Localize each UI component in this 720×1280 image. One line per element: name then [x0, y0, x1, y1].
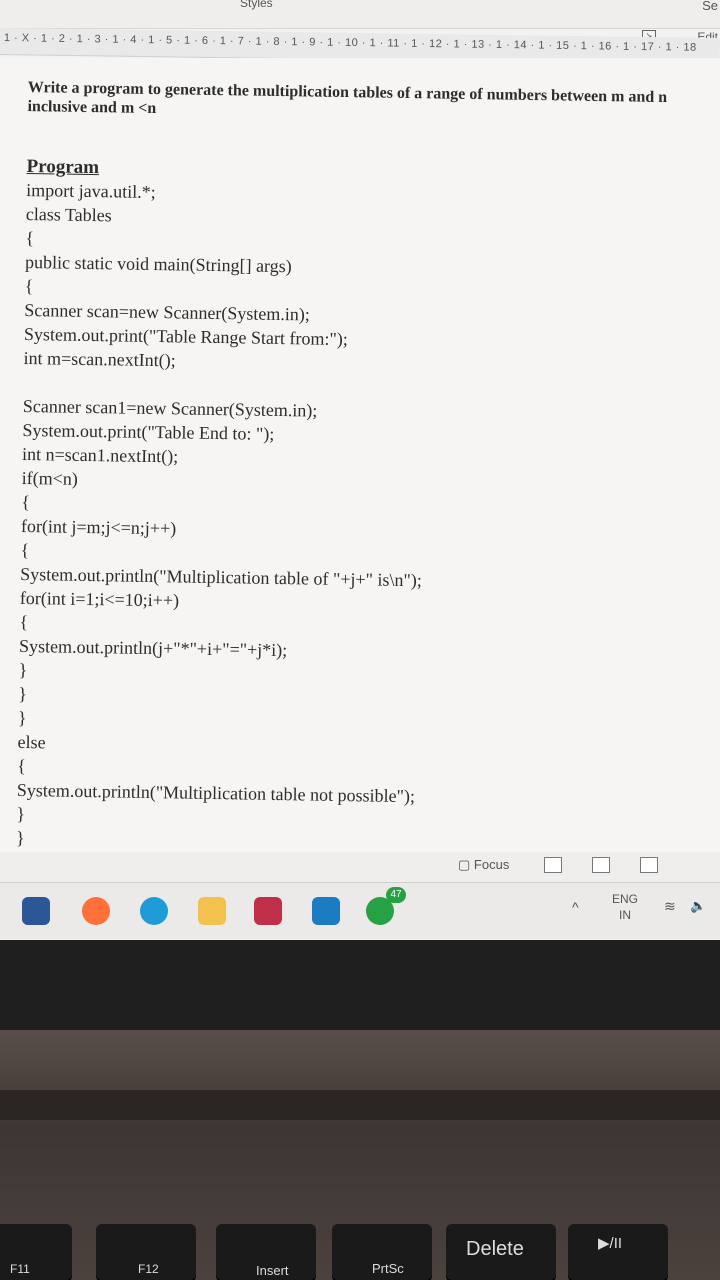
whatsapp-badge: 47 — [386, 887, 406, 903]
language-bottom: IN — [619, 908, 631, 922]
key-play-pause[interactable]: ▶/II — [568, 1224, 668, 1280]
key-f11-label: F11 — [10, 1262, 30, 1276]
key-play-pause-label: ▶/II — [598, 1235, 623, 1252]
word-ribbon: Styles Se — [0, 0, 720, 29]
web-layout-icon[interactable] — [640, 857, 658, 873]
focus-label: Focus — [473, 857, 510, 872]
language-top: ENG — [612, 892, 639, 906]
app-icon[interactable] — [312, 897, 340, 925]
chevron-up-icon[interactable]: ^ — [572, 899, 579, 915]
speaker-icon[interactable]: 🔈 — [690, 899, 706, 914]
key-prtsc[interactable]: PrtSc — [332, 1224, 432, 1280]
focus-mode-button[interactable]: ▢ Focus — [458, 857, 509, 873]
laptop-hinge — [0, 1090, 720, 1120]
windows-taskbar: 47 ^ ENG IN ≋ 🔈 — [0, 882, 720, 939]
select-button[interactable]: Se — [702, 0, 718, 13]
language-indicator[interactable]: ENG IN — [612, 891, 638, 923]
key-delete-label: Delete — [466, 1238, 524, 1260]
focus-icon: ▢ — [458, 857, 471, 872]
key-f11[interactable]: F11 — [0, 1224, 72, 1280]
code-block: import java.util.*; class Tables{public s… — [15, 178, 716, 885]
key-prtsc-label: PrtSc — [372, 1261, 404, 1276]
key-delete[interactable]: Delete — [446, 1224, 556, 1280]
assignment-heading: Write a program to generate the multipli… — [27, 78, 668, 118]
status-bar: ▢ Focus — [0, 852, 720, 882]
wifi-icon[interactable]: ≋ — [664, 899, 676, 915]
document-body[interactable]: Write a program to generate the multipli… — [15, 78, 717, 885]
key-f12[interactable]: F12 — [96, 1224, 196, 1280]
key-f12-label: F12 — [138, 1262, 159, 1276]
key-insert[interactable]: Insert — [216, 1224, 316, 1280]
read-mode-icon[interactable] — [544, 857, 562, 873]
edge-icon[interactable] — [140, 897, 168, 925]
office-icon[interactable] — [254, 897, 282, 925]
word-icon[interactable] — [22, 897, 50, 925]
laptop-bezel — [0, 940, 720, 1030]
print-layout-icon[interactable] — [592, 857, 610, 873]
ruler-marks: 1 · X · 1 · 2 · 1 · 3 · 1 · 4 · 1 · 5 · … — [3, 32, 697, 54]
key-insert-label: Insert — [256, 1263, 289, 1278]
firefox-icon[interactable] — [82, 897, 110, 925]
document-page[interactable]: Write a program to generate the multipli… — [0, 58, 720, 872]
styles-group-label[interactable]: Styles — [240, 0, 273, 10]
file-explorer-icon[interactable] — [198, 897, 226, 925]
laptop-screen: Styles Se ↘ Edit 1 · X · 1 · 2 · 1 · 3 ·… — [0, 0, 720, 940]
